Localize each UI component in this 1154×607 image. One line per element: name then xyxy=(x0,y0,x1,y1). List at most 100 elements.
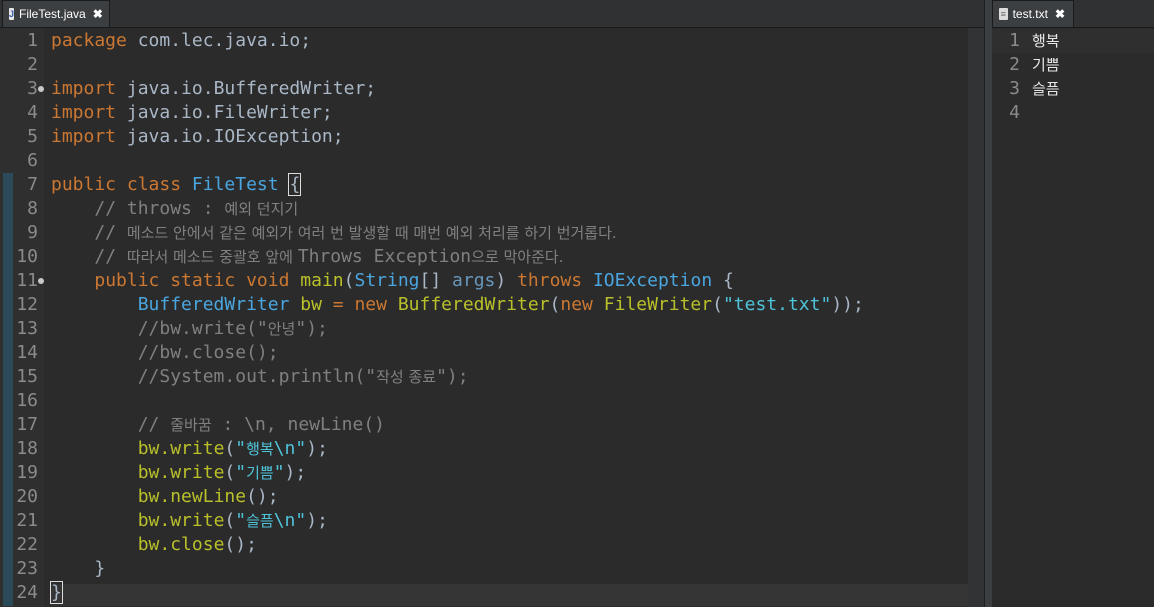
text-line xyxy=(1032,101,1154,125)
line-number: 8 xyxy=(27,198,38,219)
line-number: 23 xyxy=(16,558,38,579)
exception-name: IOException xyxy=(592,270,713,291)
string-korean: 기쁨 xyxy=(246,464,274,482)
line-number-gutter: 1 2 3 4 5 6 7 8 9 10 11 12 13 14 15 16 17 18 19 20 21 22 23 24 xyxy=(0,28,44,607)
code-line: package com.lec.java.io; xyxy=(51,29,968,53)
code-content[interactable]: package com.lec.java.io; import java.io.… xyxy=(50,28,968,607)
object-ref: bw. xyxy=(137,510,171,531)
string-quote: " xyxy=(295,510,307,531)
text-editor-pane: ≡ test.txt ✖ 1 2 3 4 행복기쁨슬픔 xyxy=(992,0,1154,607)
close-icon[interactable]: ✖ xyxy=(93,7,103,21)
operator: = xyxy=(321,294,355,315)
string-quote: " xyxy=(295,438,307,459)
close-brace: } xyxy=(94,558,106,579)
comment: // xyxy=(94,222,127,243)
line-number: 13 xyxy=(16,318,38,339)
keyword: import xyxy=(51,126,117,147)
punct: ( xyxy=(343,270,355,291)
punct: ( xyxy=(224,510,236,531)
object-ref: bw. xyxy=(137,486,171,507)
tab-filetest-java[interactable]: J FileTest.java ✖ xyxy=(2,0,110,27)
line-number: 17 xyxy=(16,414,38,435)
line-number: 5 xyxy=(27,126,38,147)
line-number: 11 xyxy=(16,270,38,291)
code-line: public static void main(String[] args) t… xyxy=(51,269,968,293)
string-escape: \n xyxy=(273,438,296,459)
punct: ( xyxy=(712,294,723,315)
comment: : \n, newLine() xyxy=(211,414,386,435)
code-line: public class FileTest { xyxy=(51,173,968,197)
txt-editor[interactable]: 1 2 3 4 행복기쁨슬픔 xyxy=(992,28,1154,607)
code-line: bw.close(); xyxy=(51,533,968,557)
keyword: new xyxy=(560,294,593,315)
method-call: newLine xyxy=(170,486,247,507)
line-number: 3 xyxy=(27,78,38,99)
line-number: 18 xyxy=(16,438,38,459)
comment: "); xyxy=(295,318,328,339)
text-line: 행복 xyxy=(1032,32,1060,50)
line-number: 2 xyxy=(1009,54,1020,75)
tab-test-txt[interactable]: ≡ test.txt ✖ xyxy=(992,0,1074,27)
open-brace: { xyxy=(288,173,302,196)
vertical-scrollbar[interactable] xyxy=(968,28,984,607)
punct: (); xyxy=(246,486,279,507)
code-line: bw.write("슬픔\n"); xyxy=(51,509,968,533)
comment: //System.out.println(" xyxy=(137,366,377,387)
tab-label: FileTest.java xyxy=(19,7,86,21)
line-number: 9 xyxy=(27,222,38,243)
code-line: import java.io.FileWriter; xyxy=(51,101,968,125)
method-name: main xyxy=(300,270,344,291)
comment-korean: 따라서 메소드 중괄호 앞에 xyxy=(126,248,298,266)
editor-tabbar: ≡ test.txt ✖ xyxy=(992,0,1154,28)
text-line: 기쁨 xyxy=(1032,56,1060,74)
text-line: 슬픔 xyxy=(1032,80,1060,98)
object-ref: bw. xyxy=(137,438,171,459)
line-number: 6 xyxy=(27,150,38,171)
import-name: java.io.IOException; xyxy=(116,126,344,147)
variable-name: bw xyxy=(289,294,322,315)
code-line: // 메소드 안에서 같은 예외가 여러 번 발생할 때 매번 예외 처리를 하… xyxy=(51,221,968,245)
comment-korean: 작성 종료 xyxy=(376,368,437,386)
punct: ( xyxy=(224,438,236,459)
code-line: bw.newLine(); xyxy=(51,485,968,509)
comment-korean: 예외 던지기 xyxy=(224,200,299,218)
punct: ); xyxy=(306,438,328,459)
keyword: throws xyxy=(517,270,583,291)
line-number: 24 xyxy=(16,582,38,603)
keyword: import xyxy=(51,78,117,99)
string-escape: \n xyxy=(273,510,296,531)
line-number: 4 xyxy=(27,102,38,123)
line-number: 15 xyxy=(16,366,38,387)
code-line: //bw.close(); xyxy=(51,341,968,365)
code-line: BufferedWriter bw = new BufferedWriter(n… xyxy=(51,293,968,317)
line-number: 22 xyxy=(16,534,38,555)
line-number: 4 xyxy=(1009,102,1020,123)
comment-korean: 안녕 xyxy=(267,320,296,338)
editor-tabbar: J FileTest.java ✖ xyxy=(0,0,984,28)
line-number-gutter: 1 2 3 4 xyxy=(992,28,1026,607)
code-line: // 줄바꿈 : \n, newLine() xyxy=(51,413,968,437)
method-call: write xyxy=(170,438,225,459)
text-file-icon: ≡ xyxy=(999,8,1008,20)
comment: //bw.close(); xyxy=(137,342,279,363)
code-line: } xyxy=(51,557,968,581)
text-content[interactable]: 행복기쁨슬픔 xyxy=(1032,28,1154,607)
close-icon[interactable]: ✖ xyxy=(1055,7,1065,21)
keyword: new xyxy=(354,294,387,315)
code-line: // throws : 예외 던지기 xyxy=(51,197,968,221)
method-call: write xyxy=(170,510,225,531)
java-code-editor[interactable]: 1 2 3 4 5 6 7 8 9 10 11 12 13 14 15 16 17 18 19 20 21 22 23 24 … xyxy=(0,28,984,607)
punct: (); xyxy=(224,534,257,555)
punct: ) xyxy=(495,270,518,291)
line-number: 2 xyxy=(27,54,38,75)
punct: [] xyxy=(419,270,453,291)
line-numbers: 1 2 3 4 5 6 7 8 9 10 11 12 13 14 15 16 17 18 19 20 21 22 23 24 xyxy=(0,29,44,605)
string-quote: " xyxy=(235,438,247,459)
line-number: 7 xyxy=(27,174,38,195)
line-number: 20 xyxy=(16,486,38,507)
param-name: args xyxy=(452,270,496,291)
comment: "); xyxy=(436,366,469,387)
code-line: // 따라서 메소드 중괄호 앞에 Throws Exception으로 막아준… xyxy=(51,245,968,269)
